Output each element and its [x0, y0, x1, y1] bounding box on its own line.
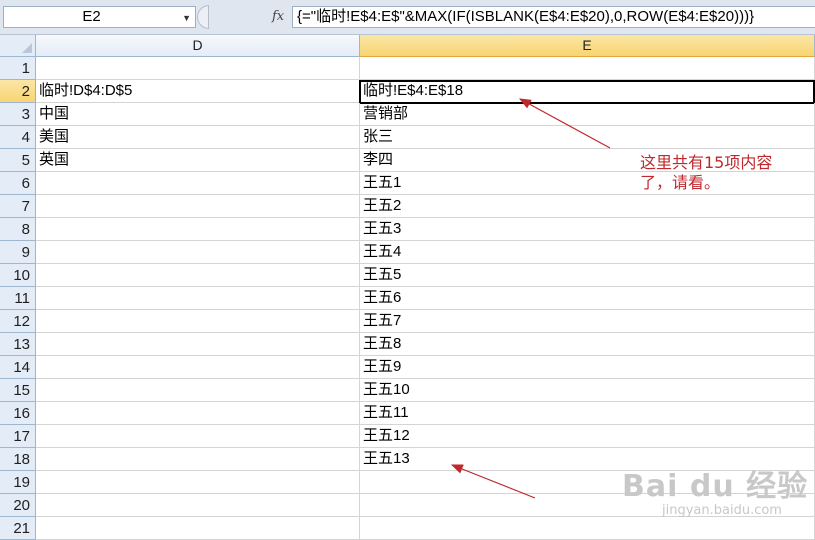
row-header[interactable]: 13: [0, 333, 36, 356]
table-row: 7 王五2: [0, 195, 815, 218]
formula-text: {="临时!E$4:E$"&MAX(IF(ISBLANK(E$4:E$20),0…: [297, 8, 755, 25]
row-header[interactable]: 17: [0, 425, 36, 448]
select-all-corner[interactable]: [0, 35, 36, 57]
row-header[interactable]: 15: [0, 379, 36, 402]
cell-e16[interactable]: 王五11: [360, 402, 815, 425]
insert-function-icon[interactable]: fx: [272, 6, 284, 28]
cell-e4[interactable]: 张三: [360, 126, 815, 149]
cell-d4[interactable]: 美国: [36, 126, 360, 149]
annotation-line: 了，请看。: [640, 173, 721, 192]
cell-d18[interactable]: [36, 448, 360, 471]
cell-e3[interactable]: 营销部: [360, 103, 815, 126]
row-header[interactable]: 21: [0, 517, 36, 540]
cell-d2[interactable]: 临时!D$4:D$5: [36, 80, 360, 103]
cell-d17[interactable]: [36, 425, 360, 448]
cell-e13[interactable]: 王五8: [360, 333, 815, 356]
formula-tools: fx: [210, 6, 290, 28]
cell-d3[interactable]: 中国: [36, 103, 360, 126]
baidu-jingyan-watermark: Bai du 经验 jingyan.baidu.com: [622, 455, 812, 533]
row-header[interactable]: 16: [0, 402, 36, 425]
cell-e15[interactable]: 王五10: [360, 379, 815, 402]
row-header[interactable]: 1: [0, 57, 36, 80]
table-row: 10 王五5: [0, 264, 815, 287]
row-header[interactable]: 18: [0, 448, 36, 471]
table-row: 13 王五8: [0, 333, 815, 356]
cell-d20[interactable]: [36, 494, 360, 517]
cell-d19[interactable]: [36, 471, 360, 494]
table-row: 15 王五10: [0, 379, 815, 402]
cell-d9[interactable]: [36, 241, 360, 264]
cell-d13[interactable]: [36, 333, 360, 356]
cell-e12[interactable]: 王五7: [360, 310, 815, 333]
cell-d7[interactable]: [36, 195, 360, 218]
name-box[interactable]: E2 ▼: [3, 6, 196, 28]
cell-d8[interactable]: [36, 218, 360, 241]
table-row: 17 王五12: [0, 425, 815, 448]
watermark-url: jingyan.baidu.com: [662, 503, 782, 518]
name-box-value: E2: [82, 8, 101, 25]
row-header[interactable]: 8: [0, 218, 36, 241]
name-box-splitter[interactable]: [197, 5, 209, 29]
annotation-line: 这里共有15项内容: [640, 153, 773, 172]
annotation-note: 这里共有15项内容 了，请看。: [640, 153, 815, 193]
row-header[interactable]: 14: [0, 356, 36, 379]
column-header-d[interactable]: D: [36, 35, 360, 57]
table-row: 4 美国 张三: [0, 126, 815, 149]
watermark-brand: Bai du 经验: [622, 469, 809, 504]
cell-d1[interactable]: [36, 57, 360, 80]
cell-e1[interactable]: [360, 57, 815, 80]
table-row: 16 王五11: [0, 402, 815, 425]
cell-e11[interactable]: 王五6: [360, 287, 815, 310]
cell-d16[interactable]: [36, 402, 360, 425]
formula-bar: E2 ▼ fx {="临时!E$4:E$"&MAX(IF(ISBLANK(E$4…: [0, 0, 815, 35]
cell-d11[interactable]: [36, 287, 360, 310]
cell-e8[interactable]: 王五3: [360, 218, 815, 241]
cell-d15[interactable]: [36, 379, 360, 402]
cell-e17[interactable]: 王五12: [360, 425, 815, 448]
table-row: 11 王五6: [0, 287, 815, 310]
row-header[interactable]: 3: [0, 103, 36, 126]
table-row: 14 王五9: [0, 356, 815, 379]
row-header[interactable]: 2: [0, 80, 36, 103]
cell-d5[interactable]: 英国: [36, 149, 360, 172]
row-header[interactable]: 5: [0, 149, 36, 172]
cell-e7[interactable]: 王五2: [360, 195, 815, 218]
row-header[interactable]: 11: [0, 287, 36, 310]
row-header[interactable]: 6: [0, 172, 36, 195]
cell-d12[interactable]: [36, 310, 360, 333]
table-row: 8 王五3: [0, 218, 815, 241]
row-header[interactable]: 10: [0, 264, 36, 287]
cell-e14[interactable]: 王五9: [360, 356, 815, 379]
table-row: 2 临时!D$4:D$5 临时!E$4:E$18: [0, 80, 815, 104]
row-header[interactable]: 9: [0, 241, 36, 264]
chevron-down-icon[interactable]: ▼: [182, 8, 191, 28]
cell-d6[interactable]: [36, 172, 360, 195]
row-header[interactable]: 19: [0, 471, 36, 494]
cell-e9[interactable]: 王五4: [360, 241, 815, 264]
cell-e2[interactable]: 临时!E$4:E$18: [360, 80, 815, 103]
cell-d14[interactable]: [36, 356, 360, 379]
row-header[interactable]: 7: [0, 195, 36, 218]
row-header[interactable]: 12: [0, 310, 36, 333]
column-header-e[interactable]: E: [360, 35, 815, 57]
cell-d21[interactable]: [36, 517, 360, 540]
row-header[interactable]: 4: [0, 126, 36, 149]
cell-e10[interactable]: 王五5: [360, 264, 815, 287]
table-row: 9 王五4: [0, 241, 815, 264]
table-row: 3 中国 营销部: [0, 103, 815, 126]
table-row: 12 王五7: [0, 310, 815, 333]
row-header[interactable]: 20: [0, 494, 36, 517]
formula-input[interactable]: {="临时!E$4:E$"&MAX(IF(ISBLANK(E$4:E$20),0…: [292, 6, 815, 28]
cell-d10[interactable]: [36, 264, 360, 287]
table-row: 1: [0, 57, 815, 80]
